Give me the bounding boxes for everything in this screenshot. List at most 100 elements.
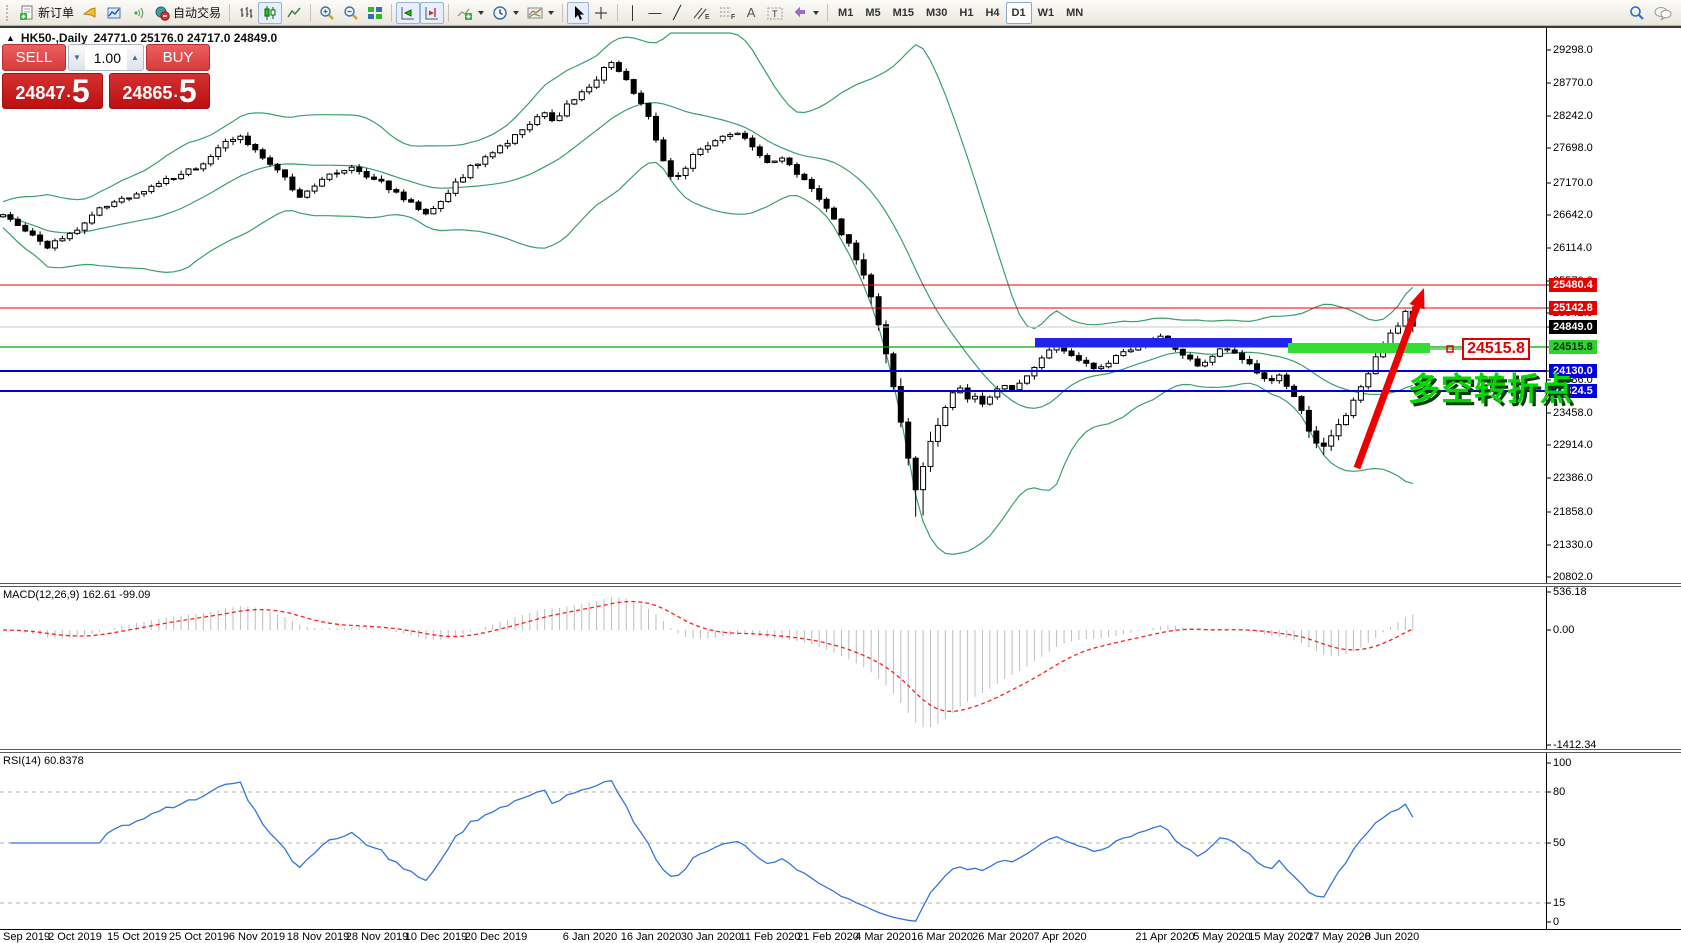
price-callout-box[interactable]: 24515.8 <box>1462 338 1530 360</box>
toolbar-grip[interactable] <box>6 4 10 21</box>
sell-button[interactable]: SELL <box>2 44 66 71</box>
indicators-button[interactable] <box>453 2 488 24</box>
macd-label: MACD(12,26,9) 162.61 -99.09 <box>3 589 151 601</box>
rsi-axis-label: 0 <box>1553 916 1560 928</box>
blue-resistance-bar <box>1035 338 1292 347</box>
buy-price[interactable]: 24865. 5 <box>109 73 210 109</box>
one-click-trading-panel: SELL ▼ 1.00 ▲ BUY 24847. 5 24865. 5 <box>2 44 210 109</box>
date-label: 28 Nov 2019 <box>345 931 409 943</box>
timeframe-d1[interactable]: D1 <box>1005 1 1032 24</box>
chart-shift-icon <box>425 6 439 19</box>
toolbar-separator <box>827 3 829 22</box>
horizontal-level-lines <box>0 284 1546 392</box>
cursor-icon <box>575 5 585 20</box>
search-icon <box>1630 5 1644 20</box>
chart-shift-button[interactable] <box>420 1 445 24</box>
chart-plot-area[interactable] <box>0 0 1681 943</box>
chevron-down-icon <box>813 10 820 15</box>
green-support-bar <box>1288 343 1430 353</box>
tile-windows-button[interactable] <box>363 2 387 24</box>
text-label-button[interactable]: T <box>762 2 788 24</box>
alerts-button[interactable] <box>78 2 102 24</box>
timeframe-mn[interactable]: MN <box>1060 2 1089 24</box>
toolbar: 新订单 自动交易 │ — ╱ E F A T M1 M5 M15 M30 H1 … <box>0 0 1681 26</box>
buy-button[interactable]: BUY <box>146 44 210 71</box>
chart-title: ▲ HK50-,Daily 24771.0 25176.0 24717.0 24… <box>6 31 277 45</box>
cursor-button[interactable] <box>567 1 590 24</box>
zoom-out-button[interactable] <box>339 2 363 24</box>
equidistant-channel-button[interactable]: E <box>688 2 714 24</box>
date-label: 5 May 2020 <box>1193 931 1251 943</box>
date-label: 25 Oct 2019 <box>169 931 229 943</box>
timeframe-m30[interactable]: M30 <box>920 2 953 24</box>
volume-input[interactable]: 1.00 <box>85 45 127 70</box>
line-chart-button[interactable] <box>282 2 306 24</box>
volume-decrease-button[interactable]: ▼ <box>69 45 85 70</box>
chevron-down-icon <box>548 10 555 15</box>
candlestick-chart-button[interactable] <box>258 1 283 24</box>
price-level-label: 25480.4 <box>1549 278 1597 292</box>
autotrading-button[interactable]: 自动交易 <box>150 2 225 24</box>
fibonacci-button[interactable]: F <box>714 2 740 24</box>
zoom-out-icon <box>344 5 358 20</box>
timeframe-w1[interactable]: W1 <box>1032 2 1061 24</box>
price-level-label: 24849.0 <box>1549 320 1597 334</box>
rsi-pane-splitter[interactable] <box>0 749 1681 753</box>
sell-price[interactable]: 24847. 5 <box>2 73 103 109</box>
timeframe-m15[interactable]: M15 <box>887 2 920 24</box>
text-label-icon: T <box>767 7 783 19</box>
candlesticks <box>0 60 1416 517</box>
chevron-down-icon <box>513 10 520 15</box>
vertical-line-button[interactable]: │ <box>622 2 644 24</box>
price-tick-label: 21858.0 <box>1553 506 1593 518</box>
search-button[interactable] <box>1625 2 1649 24</box>
chat-button[interactable] <box>1649 2 1677 24</box>
periods-button[interactable] <box>488 2 523 24</box>
volume-increase-button[interactable]: ▲ <box>127 45 143 70</box>
bar-chart-button[interactable] <box>234 2 258 24</box>
trade-buttons-row: SELL ▼ 1.00 ▲ BUY <box>2 44 210 71</box>
new-order-button[interactable]: 新订单 <box>15 2 78 24</box>
arrows-button[interactable] <box>788 2 823 24</box>
price-level-label: 25142.8 <box>1549 301 1597 315</box>
date-label: 6 Nov 2019 <box>228 931 286 943</box>
svg-text:T: T <box>772 9 778 19</box>
price-tick-label: 22914.0 <box>1553 439 1593 451</box>
timeframe-h1[interactable]: H1 <box>953 2 979 24</box>
auto-scroll-button[interactable] <box>396 1 421 24</box>
indicators-icon <box>457 8 473 20</box>
templates-button[interactable] <box>523 2 558 24</box>
trendline-icon: ╱ <box>673 5 681 20</box>
timeframe-h4[interactable]: H4 <box>979 2 1005 24</box>
trendline-button[interactable]: ╱ <box>666 2 688 24</box>
signals-icon <box>134 7 144 18</box>
bollinger-bands <box>2 32 1414 556</box>
date-label: 4 Mar 2020 <box>855 931 911 943</box>
zoom-in-button[interactable] <box>315 2 339 24</box>
crosshair-button[interactable] <box>589 2 613 24</box>
date-label: 30 Jan 2020 <box>680 931 742 943</box>
horizontal-line-button[interactable]: — <box>644 2 666 24</box>
new-order-label: 新订单 <box>38 6 75 20</box>
timeframe-m1[interactable]: M1 <box>832 2 859 24</box>
clock-icon <box>493 5 507 20</box>
price-tick-label: 27170.0 <box>1553 177 1593 189</box>
macd-indicator <box>2 597 1414 728</box>
signals-button[interactable] <box>126 2 150 24</box>
price-tick-label: 29298.0 <box>1553 44 1593 56</box>
vertical-line-icon: │ <box>628 5 638 20</box>
text-button[interactable]: A <box>740 2 762 24</box>
date-label: 15 Oct 2019 <box>107 931 167 943</box>
timeframe-m5[interactable]: M5 <box>859 2 886 24</box>
timeframe-group: M1 M5 M15 M30 H1 H4 D1 W1 MN <box>832 1 1089 24</box>
market-button[interactable] <box>102 2 126 24</box>
date-label: 16 Mar 2020 <box>911 931 973 943</box>
price-tick-label: 21330.0 <box>1553 539 1593 551</box>
one-click-panel-toggle[interactable]: ▲ <box>6 33 15 43</box>
date-axis[interactable]: 9 Sep 20192 Oct 2019 15 Oct 201925 Oct 20… <box>0 929 1681 943</box>
macd-pane-splitter[interactable] <box>0 583 1681 587</box>
rsi-label: RSI(14) 60.8378 <box>3 755 84 767</box>
chinese-annotation: 多空转折点 <box>1408 371 1574 407</box>
ohlc-values: 24771.0 25176.0 24717.0 24849.0 <box>93 31 278 45</box>
price-tick-label: 26114.0 <box>1553 242 1592 254</box>
